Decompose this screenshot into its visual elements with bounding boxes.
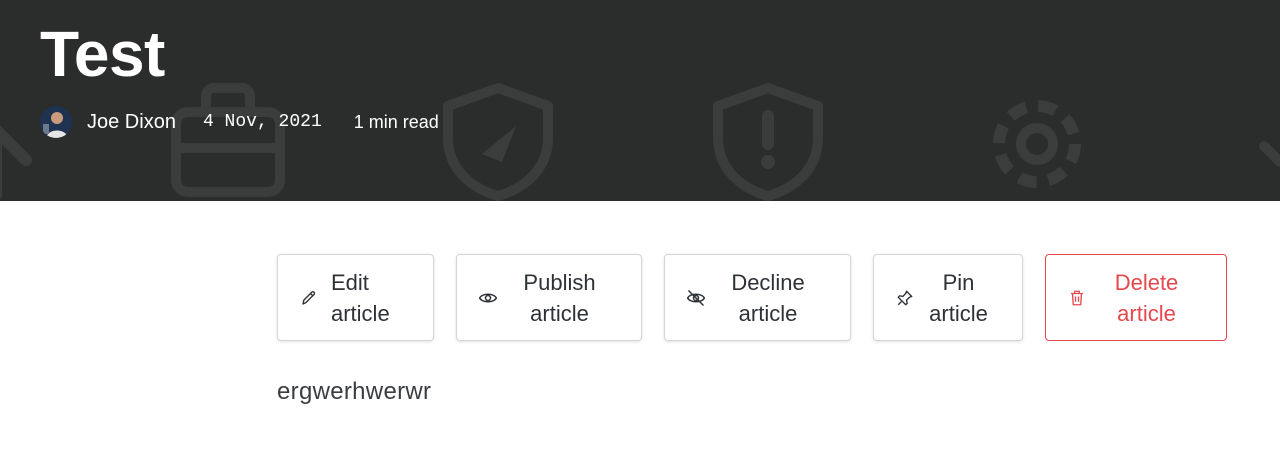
chevron-icon [1258,138,1280,178]
delete-article-label: Delete article [1114,269,1179,326]
decline-article-label: Decline article [731,269,805,326]
publish-date: 4 Nov, 2021 [202,112,322,132]
publish-article-button[interactable]: Publish article [456,254,642,341]
shield-alert-icon [710,82,826,201]
pin-article-button[interactable]: Pin article [873,254,1023,341]
eye-icon [478,288,498,308]
pencil-icon [299,288,319,308]
edit-article-button[interactable]: Edit article [277,254,434,341]
eye-off-icon [686,288,706,308]
briefcase-icon [168,80,288,200]
publish-article-label: Publish article [523,269,596,326]
article-header: Test Joe Dixon 4 Nov, 2021 1 min read [0,0,1280,201]
read-time: 1 min read [353,111,439,132]
shield-check-icon [440,82,556,201]
article-actions: Edit article Publish article Decline articl… [277,254,1227,341]
edit-article-label: Edit article [331,269,390,326]
delete-article-button[interactable]: Delete article [1045,254,1227,341]
page-title: Test [40,18,165,90]
pin-article-label: Pin article [929,269,988,326]
author-name[interactable]: Joe Dixon [87,111,176,134]
article-meta: Joe Dixon 4 Nov, 2021 1 min read [40,106,439,138]
trash-icon [1067,288,1087,308]
avatar [40,106,72,138]
gear-icon [978,86,1096,201]
pin-icon [895,288,915,308]
article-body: ergwerhwerwr [277,378,432,405]
decline-article-button[interactable]: Decline article [664,254,851,341]
